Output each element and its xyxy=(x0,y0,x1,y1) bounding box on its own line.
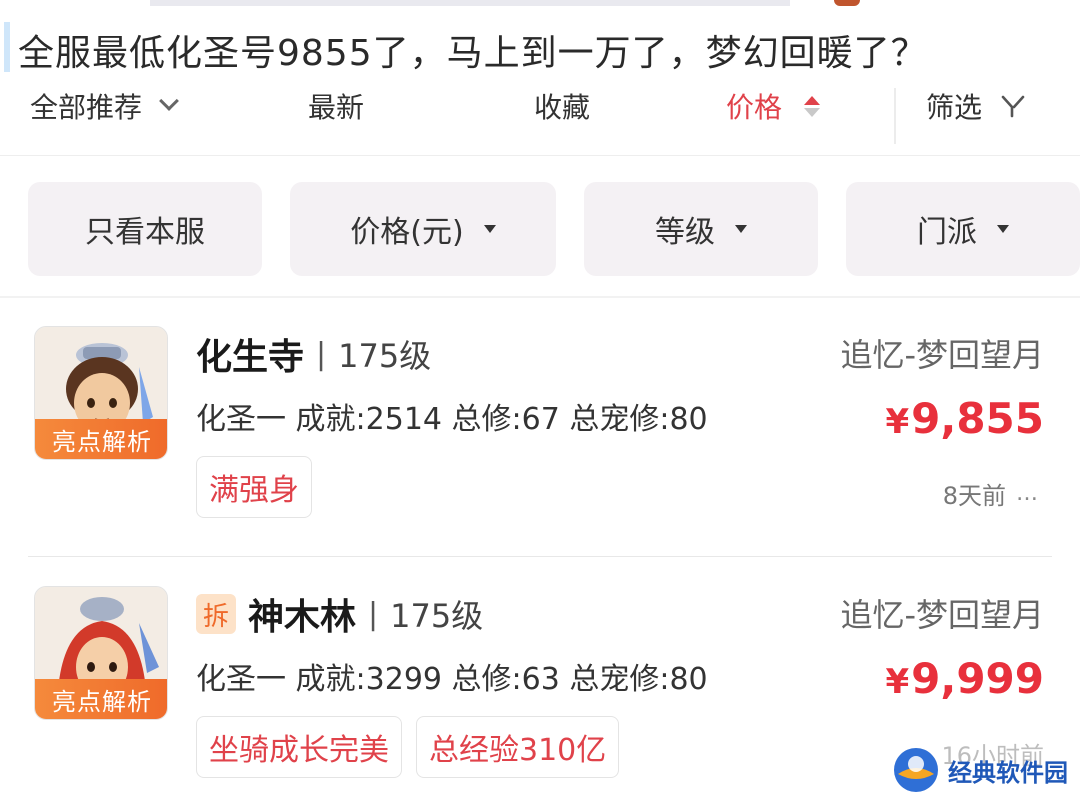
filter-server-only-label: 只看本服 xyxy=(85,215,205,250)
watermark-logo-icon xyxy=(894,748,938,792)
more-options-icon[interactable]: … xyxy=(1016,481,1040,506)
listed-time: 8天前 xyxy=(942,482,1006,510)
feature-tag: 总经验310亿 xyxy=(416,716,620,778)
character-school: 神木林 xyxy=(248,597,357,638)
filter-price-label: 价格(元) xyxy=(350,215,464,250)
dropdown-triangle-icon xyxy=(483,225,496,233)
character-school: 化生寺 xyxy=(196,337,305,378)
tab-all-label: 全部推荐 xyxy=(30,91,143,124)
title-separator: | xyxy=(368,596,379,632)
filter-school-dropdown[interactable]: 门派 xyxy=(846,182,1080,276)
price-value: 9,999 xyxy=(911,654,1044,703)
top-overlay-strip xyxy=(150,0,790,6)
character-level: 175级 xyxy=(338,337,432,375)
tab-newest[interactable]: 最新 xyxy=(308,86,364,126)
section-divider xyxy=(0,296,1080,298)
filter-school-label: 门派 xyxy=(917,215,977,250)
character-title: 化生寺 | 175级 xyxy=(196,328,431,380)
character-stats: 化圣一 成就:2514 总修:67 总宠修:80 xyxy=(196,402,708,437)
listing-time: 8天前 … xyxy=(943,476,1040,511)
watermark: 经典软件园 xyxy=(730,734,1080,802)
filter-level-dropdown[interactable]: 等级 xyxy=(584,182,818,276)
character-title: 拆 神木林 | 175级 xyxy=(196,588,483,640)
filter-icon xyxy=(1001,95,1025,118)
title-accent xyxy=(4,22,10,72)
tab-favorites[interactable]: 收藏 xyxy=(534,86,590,126)
tab-filter-label: 筛选 xyxy=(926,91,983,124)
top-avatar-edge xyxy=(834,0,860,6)
post-title-bar: 全服最低化圣号9855了，马上到一万了，梦幻回暖了？ xyxy=(0,14,1080,76)
server-name: 追忆-梦回望月 xyxy=(840,336,1044,374)
tab-all-recommended[interactable]: 全部推荐 xyxy=(30,86,179,126)
feature-tag: 坐骑成长完美 xyxy=(196,716,402,778)
currency-symbol: ¥ xyxy=(885,662,910,702)
server-name: 追忆-梦回望月 xyxy=(840,596,1044,634)
filter-server-only[interactable]: 只看本服 xyxy=(28,182,262,276)
listing-price: ¥9,999 xyxy=(885,654,1044,703)
currency-symbol: ¥ xyxy=(885,402,910,442)
character-avatar[interactable]: 亮点解析 xyxy=(34,586,168,720)
feature-tag: 满强身 xyxy=(196,456,312,518)
sort-bar: 全部推荐 最新 收藏 价格 筛选 xyxy=(0,76,1080,156)
dropdown-triangle-icon xyxy=(735,225,747,233)
feature-tags: 满强身 xyxy=(196,456,312,518)
filter-level-label: 等级 xyxy=(655,215,715,250)
chevron-down-icon xyxy=(159,91,179,111)
post-title: 全服最低化圣号9855了，马上到一万了，梦幻回暖了？ xyxy=(18,33,928,74)
price-value: 9,855 xyxy=(911,394,1044,443)
character-avatar[interactable]: 亮点解析 xyxy=(34,326,168,460)
character-level: 175级 xyxy=(390,597,484,635)
split-badge: 拆 xyxy=(196,594,236,634)
character-stats: 化圣一 成就:3299 总修:63 总宠修:80 xyxy=(196,662,708,697)
tab-favorites-label: 收藏 xyxy=(534,91,591,124)
tab-divider xyxy=(894,88,896,144)
filter-price-dropdown[interactable]: 价格(元) xyxy=(290,182,556,276)
tab-newest-label: 最新 xyxy=(308,91,365,124)
sort-arrows-icon xyxy=(804,95,821,117)
tab-price[interactable]: 价格 xyxy=(726,86,821,126)
dropdown-triangle-icon xyxy=(997,225,1009,233)
highlight-analysis-badge: 亮点解析 xyxy=(35,419,167,459)
watermark-text: 经典软件园 xyxy=(948,758,1068,787)
feature-tags: 坐骑成长完美 总经验310亿 xyxy=(196,716,620,778)
watermark-fade xyxy=(730,744,900,790)
tab-filter[interactable]: 筛选 xyxy=(926,86,1026,126)
listing-price: ¥9,855 xyxy=(885,394,1044,443)
watermark-badge: 经典软件园 xyxy=(890,740,1080,800)
listing-card[interactable]: 亮点解析 化生寺 | 175级 追忆-梦回望月 化圣一 成就:2514 总修:6… xyxy=(0,320,1080,560)
tab-price-label: 价格 xyxy=(726,91,783,124)
title-separator: | xyxy=(316,336,327,372)
listing-divider xyxy=(28,556,1052,557)
highlight-analysis-badge: 亮点解析 xyxy=(35,679,167,719)
